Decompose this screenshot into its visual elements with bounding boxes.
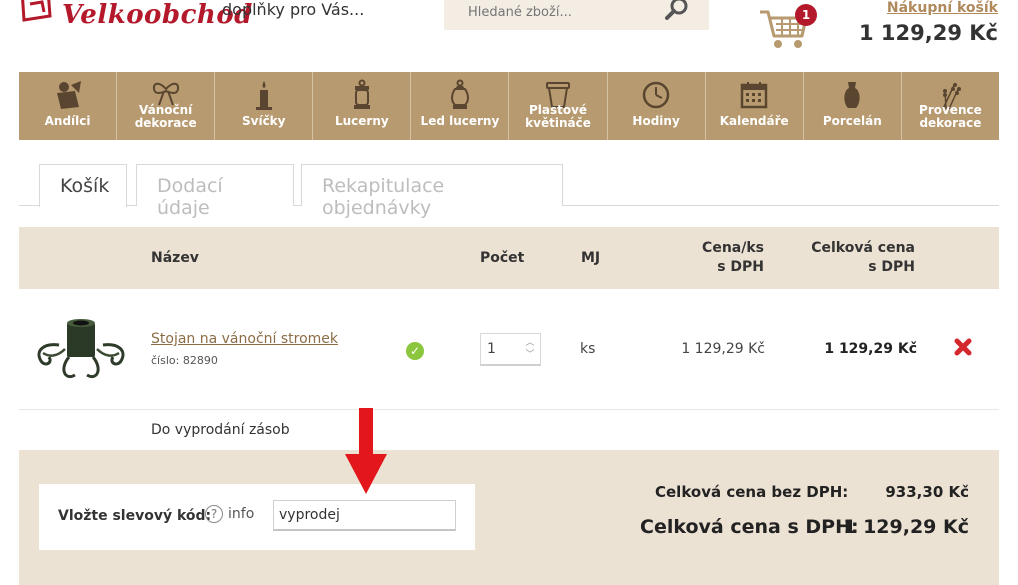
coupon-label: Vložte slevový kód: <box>58 508 212 524</box>
header-total-price-line2: s DPH <box>868 259 915 275</box>
nav-item-kalendare[interactable]: Kalendáře <box>706 72 804 140</box>
header-total-price-line1: Celková cena <box>811 240 915 256</box>
cart-total: 1 129,29 Kč <box>859 21 998 45</box>
logo-mark-icon <box>21 0 52 22</box>
nav-label: Led lucerny <box>420 114 500 128</box>
table-row: Stojan na vánoční stromek číslo: 82890 ✓… <box>19 289 999 410</box>
product-unit: ks <box>580 341 596 357</box>
checkout-tabs: Košík Dodací údaje Rekapitulace objednáv… <box>19 164 999 219</box>
chevron-up-icon[interactable]: ︿ <box>524 337 536 349</box>
product-unit-price: 1 129,29 Kč <box>681 341 765 357</box>
nav-label: Hodiny <box>632 114 680 128</box>
header-qty: Počet <box>480 250 525 266</box>
nav-label: Andílci <box>44 114 91 128</box>
tagline: doplňky pro Vás... <box>222 0 365 19</box>
nav-item-provence-dekorace[interactable]: Provence dekorace <box>902 72 999 140</box>
vase-icon <box>844 82 860 108</box>
nav-item-svicky[interactable]: Svíčky <box>215 72 314 140</box>
nav-item-porcelan[interactable]: Porcelán <box>804 72 902 140</box>
product-name-link[interactable]: Stojan na vánoční stromek <box>151 331 338 347</box>
tab-kosik[interactable]: Košík <box>39 164 127 207</box>
lantern-icon <box>353 79 370 109</box>
nav-label: Provence dekorace <box>919 103 982 130</box>
coupon-code-input[interactable] <box>273 500 456 531</box>
header-unit: MJ <box>581 250 601 266</box>
total-with-vat-value: 1 129,29 Kč <box>843 516 969 538</box>
nav-label: Kalendáře <box>719 114 789 128</box>
product-image[interactable] <box>29 313 133 385</box>
search-input[interactable] <box>444 0 644 30</box>
header-unit-price: Cena/ks s DPH <box>619 240 764 275</box>
nav-item-plastove-kvetinace[interactable]: Plastové květináče <box>509 72 608 140</box>
total-without-vat-value: 933,30 Kč <box>885 483 969 501</box>
total-without-vat-label: Celková cena bez DPH: <box>655 483 849 501</box>
angel-icon <box>56 81 81 109</box>
logo[interactable]: Velkoobchod <box>18 0 252 32</box>
coupon-box: Vložte slevový kód: ? info <box>39 484 475 550</box>
nav-label: Lucerny <box>334 114 389 128</box>
nav-item-hodiny[interactable]: Hodiny <box>608 72 706 140</box>
quantity-spinner[interactable]: ︿ ﹀ <box>524 337 536 363</box>
nav-label: Plastové květináče <box>525 103 591 130</box>
product-code: číslo: 82890 <box>151 354 218 367</box>
product-total-price: 1 129,29 Kč <box>824 341 917 357</box>
category-nav: Andílci Vánoční dekorace Svíčky Lucerny <box>19 72 999 140</box>
header-unit-price-line1: Cena/ks <box>702 240 764 256</box>
nav-item-led-lucerny[interactable]: Led lucerny <box>411 72 510 140</box>
header-name: Název <box>151 250 199 266</box>
red-arrow-icon <box>345 408 387 494</box>
nav-label: Porcelán <box>822 114 882 128</box>
quantity-value: 1 <box>487 341 496 357</box>
chevron-down-icon[interactable]: ﹀ <box>524 349 536 361</box>
search-bar <box>444 0 709 30</box>
help-icon[interactable]: ? <box>205 505 223 523</box>
clock-icon <box>642 81 670 109</box>
header-unit-price-line2: s DPH <box>717 259 764 275</box>
candle-icon <box>255 81 272 110</box>
checkmark-icon: ✓ <box>406 342 424 360</box>
nav-item-lucerny[interactable]: Lucerny <box>313 72 412 140</box>
order-summary: Vložte slevový kód: ? info Celková cena … <box>19 450 999 585</box>
cart-link[interactable]: Nákupní košík <box>887 0 998 16</box>
availability-note: Do vyprodání zásob <box>151 422 290 438</box>
remove-item-icon[interactable] <box>953 337 973 357</box>
search-icon[interactable] <box>663 0 691 22</box>
calendar-icon <box>740 82 768 109</box>
led-lantern-icon <box>450 79 469 109</box>
header-total-price: Celková cena s DPH <box>771 240 915 275</box>
nav-item-vanocni-dekorace[interactable]: Vánoční dekorace <box>117 72 216 140</box>
cart-table-header: Název Počet MJ Cena/ks s DPH Celková cen… <box>19 227 999 289</box>
total-with-vat-label: Celková cena s DPH: <box>640 516 859 538</box>
nav-item-andilci[interactable]: Andílci <box>19 72 118 140</box>
quantity-stepper[interactable]: 1 ︿ ﹀ <box>480 333 541 366</box>
tab-dodaci-udaje[interactable]: Dodací údaje <box>136 164 294 219</box>
cart-count-badge: 1 <box>795 4 817 26</box>
nav-label: Svíčky <box>241 114 286 128</box>
nav-label: Vánoční dekorace <box>134 103 197 130</box>
tab-rekapitulace[interactable]: Rekapitulace objednávky <box>301 164 563 219</box>
coupon-info-link[interactable]: info <box>228 506 254 522</box>
